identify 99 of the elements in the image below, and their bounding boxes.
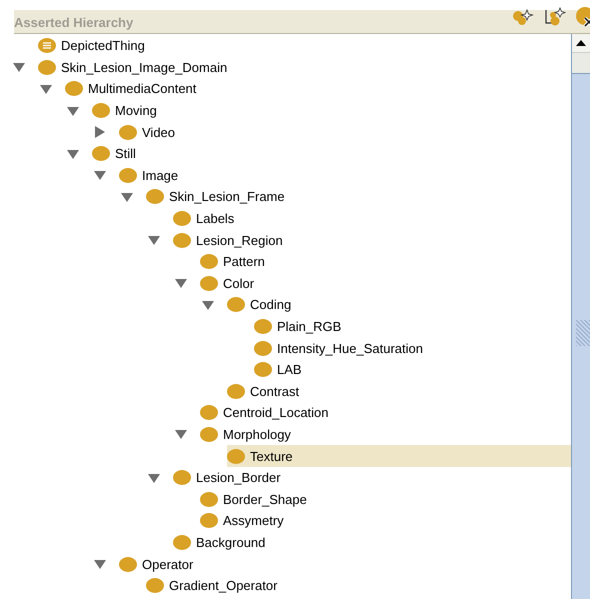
tree-item[interactable]: Morphology [200,424,571,446]
tree-item[interactable]: Labels [173,208,571,230]
tree-item[interactable]: DepictedThing [38,35,571,57]
collapsed-arrow-icon[interactable] [95,126,105,138]
up-arrow-icon [576,40,586,46]
add-subclass-icon[interactable] [512,8,534,26]
tree-item[interactable]: Centroid_Location [200,402,571,424]
class-label: Skin_Lesion_Image_Domain [61,60,228,75]
expanded-arrow-icon[interactable] [13,62,25,72]
class-label: Pattern [223,254,265,270]
class-label: Border_Shape [223,492,307,507]
class-label: Plain_RGB [277,319,342,334]
tree-item[interactable]: Intensity_Hue_Saturation [254,337,571,359]
tree-item[interactable]: MultimediaContent [65,78,571,100]
class-icon [65,81,83,96]
class-label: Moving [115,103,157,118]
expanded-arrow-icon[interactable] [121,192,133,202]
class-icon [146,578,164,594]
class-label: Contrast [250,384,300,399]
scroll-thumb-grip-icon[interactable] [576,320,590,346]
tree-item[interactable]: LAB [254,358,571,380]
class-label: Morphology [223,426,291,442]
class-label: Texture [250,448,293,464]
class-label: Video [142,124,176,140]
tree-item[interactable]: Assymetry [200,510,571,532]
class-icon [38,60,56,75]
class-label: Assymetry [223,513,284,528]
delete-class-icon[interactable] [576,6,590,28]
class-label: Intensity_Hue_Saturation [277,340,423,356]
class-icon [173,470,191,486]
expanded-arrow-icon[interactable] [202,300,214,310]
class-icon [227,297,245,312]
class-label: Lesion_Border [196,470,281,486]
tree-item[interactable]: Plain_RGB [254,316,571,338]
class-icon [92,146,110,162]
tree-item[interactable]: Lesion_Region [173,229,571,251]
tree-item[interactable]: Contrast [227,380,571,402]
tree-item[interactable]: Texture [227,445,571,467]
class-icon [200,405,218,420]
tree-item[interactable]: Operator [119,553,571,575]
class-icon [200,276,218,291]
class-icon [200,426,218,442]
tree-item[interactable]: Skin_Lesion_Frame [146,186,571,208]
expanded-arrow-icon[interactable] [40,84,52,94]
class-label: DepictedThing [61,38,145,54]
class-icon [200,513,218,528]
class-icon [119,168,137,183]
class-icon [173,232,191,248]
tree-item[interactable]: Coding [227,294,571,316]
class-label: Background [196,534,266,550]
class-icon [146,189,164,204]
class-label: Centroid_Location [223,405,329,420]
class-label: Coding [250,297,292,312]
class-label: Color [223,276,254,291]
expanded-arrow-icon[interactable] [67,106,79,116]
class-icon [92,103,110,118]
tree-item[interactable]: Background [173,532,571,554]
panel-title: Asserted Hierarchy [14,15,134,32]
expanded-arrow-icon[interactable] [175,429,187,440]
class-label: LAB [277,362,302,378]
expanded-arrow-icon[interactable] [67,148,79,159]
class-label: Lesion_Region [196,232,283,248]
expanded-arrow-icon[interactable] [148,472,160,483]
class-icon [200,254,218,270]
class-label: Skin_Lesion_Frame [169,189,285,204]
equivalent-class-icon [38,38,56,54]
expanded-arrow-icon[interactable] [148,235,160,246]
class-label: Still [115,146,136,162]
scroll-up-button[interactable] [572,34,590,53]
tree-item[interactable]: Skin_Lesion_Image_Domain [38,56,571,78]
class-label: Operator [142,556,194,572]
class-icon [200,492,218,507]
tree-item[interactable]: Lesion_Border [173,466,571,488]
class-icon [254,319,272,334]
tree-item[interactable]: Video [119,121,571,143]
tree-item[interactable]: Pattern [200,250,571,273]
class-icon [227,384,245,399]
class-label: MultimediaContent [88,81,196,96]
class-icon [254,340,272,356]
scrollbar[interactable] [571,34,590,599]
expanded-arrow-icon[interactable] [175,278,187,288]
class-label: Labels [196,211,234,226]
tree-item[interactable]: Still [92,142,571,165]
class-label: Gradient_Operator [169,578,278,594]
tree-item[interactable]: Image [119,164,571,186]
add-sibling-icon[interactable] [544,7,566,27]
class-icon [119,124,137,140]
tree-item[interactable]: Gradient_Operator [146,574,571,596]
class-icon [227,448,245,464]
class-icon [173,211,191,226]
expanded-arrow-icon[interactable] [94,559,106,570]
class-icon [173,534,191,550]
class-icon [254,362,272,378]
class-label: Image [142,168,178,183]
tree-item[interactable]: Border_Shape [200,488,571,510]
tree-item[interactable]: Color [200,272,571,294]
expanded-arrow-icon[interactable] [94,170,106,180]
tree-item[interactable]: Moving [92,100,571,122]
class-icon [119,556,137,572]
